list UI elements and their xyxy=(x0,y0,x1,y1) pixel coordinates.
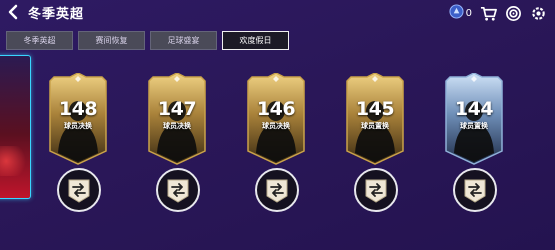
side-card-glow xyxy=(0,146,30,176)
card-label: 球员决换 xyxy=(64,122,92,130)
player-card[interactable]: 147 球员决换 xyxy=(147,73,207,165)
swap-button[interactable] xyxy=(353,167,399,213)
player-card[interactable]: 146 球员决换 xyxy=(246,73,306,165)
gem-icon xyxy=(449,3,464,23)
card-label: 球员决换 xyxy=(262,122,290,130)
card-label: 球员置换 xyxy=(460,122,488,130)
coin-count: 0 xyxy=(465,7,472,19)
card-rating: 148 xyxy=(58,98,98,120)
swap-button[interactable] xyxy=(452,167,498,213)
side-reward-card[interactable] xyxy=(0,55,31,199)
swap-button[interactable] xyxy=(56,167,102,213)
top-icons: 0 xyxy=(449,3,547,23)
swap-button[interactable] xyxy=(254,167,300,213)
card-rating: 145 xyxy=(355,98,395,120)
card-item: 146 球员决换 xyxy=(246,73,306,212)
card-item: 147 球员决换 xyxy=(147,73,207,212)
back-arrow-icon[interactable] xyxy=(6,4,22,20)
card-item: 148 球员决换 xyxy=(48,73,108,212)
tab-happy-holidays[interactable]: 欢度假日 xyxy=(222,31,289,50)
tab-winter-premier-league[interactable]: 冬季英超 xyxy=(6,31,73,50)
card-rating: 144 xyxy=(454,98,494,120)
player-card[interactable]: 148 球员决换 xyxy=(48,73,108,165)
player-card[interactable]: 145 球员置换 xyxy=(345,73,405,165)
card-label: 球员决换 xyxy=(163,122,191,130)
card-item: 144 球员置换 xyxy=(444,73,504,212)
settings-icon[interactable] xyxy=(529,4,547,22)
swap-button[interactable] xyxy=(155,167,201,213)
target-icon[interactable] xyxy=(504,4,522,22)
card-rating: 147 xyxy=(157,98,197,120)
player-card[interactable]: 144 球员置换 xyxy=(444,73,504,165)
tab-match-recovery[interactable]: 赛间恢复 xyxy=(78,31,145,50)
page-title: 冬季英超 xyxy=(28,7,85,22)
card-rating: 146 xyxy=(256,98,296,120)
card-item: 145 球员置换 xyxy=(345,73,405,212)
top-bar: 冬季英超 0 xyxy=(0,0,555,26)
tab-bar: 冬季英超 赛间恢复 足球盛宴 欢度假日 xyxy=(6,31,289,50)
cart-icon[interactable] xyxy=(479,4,497,22)
tab-football-feast[interactable]: 足球盛宴 xyxy=(150,31,217,50)
currency-counter[interactable]: 0 xyxy=(449,3,472,23)
card-label: 球员置换 xyxy=(361,122,389,130)
